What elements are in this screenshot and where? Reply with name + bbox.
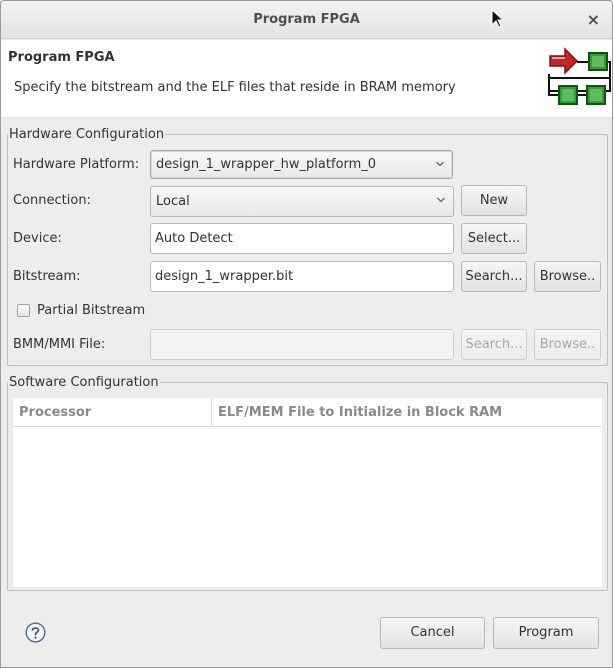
bmm-browse-button[interactable]: Browse.. xyxy=(534,329,601,360)
software-configuration-legend: Software Configuration xyxy=(9,375,159,390)
hardware-configuration-legend: Hardware Configuration xyxy=(9,127,165,142)
partial-bitstream-checkbox[interactable] xyxy=(17,304,30,317)
bmm-search-button[interactable]: Search... xyxy=(461,329,527,360)
chevron-down-icon xyxy=(436,161,444,167)
select-device-button[interactable]: Select... xyxy=(461,223,527,254)
bitstream-field[interactable]: design_1_wrapper.bit xyxy=(150,261,454,292)
column-header-elf-file[interactable]: ELF/MEM File to Initialize in Block RAM xyxy=(212,398,602,427)
program-fpga-dialog: Program FPGA × Program FPGA Specify the … xyxy=(0,0,613,668)
device-field[interactable]: Auto Detect xyxy=(150,223,454,254)
new-connection-button[interactable]: New xyxy=(461,185,527,216)
connection-value: Local xyxy=(156,194,190,209)
connection-select[interactable]: Local xyxy=(150,186,454,217)
header-description: Specify the bitstream and the ELF files … xyxy=(14,80,456,95)
hardware-platform-select[interactable]: design_1_wrapper_hw_platform_0 xyxy=(150,150,453,179)
bitstream-browse-button[interactable]: Browse.. xyxy=(534,261,601,292)
program-button[interactable]: Program xyxy=(493,617,599,649)
bmm-file-field[interactable] xyxy=(150,329,454,360)
partial-bitstream-label: Partial Bitstream xyxy=(37,303,146,318)
mouse-cursor-icon xyxy=(491,9,505,28)
dialog-header: Program FPGA Specify the bitstream and t… xyxy=(1,40,612,118)
device-label: Device: xyxy=(13,231,62,246)
hardware-platform-value: design_1_wrapper_hw_platform_0 xyxy=(156,157,377,172)
processor-elf-table[interactable]: Processor ELF/MEM File to Initialize in … xyxy=(13,398,602,587)
connection-label: Connection: xyxy=(13,193,91,208)
fpga-program-icon xyxy=(548,47,611,105)
title-bar: Program FPGA × xyxy=(1,1,612,39)
header-title: Program FPGA xyxy=(8,50,115,65)
table-header: Processor ELF/MEM File to Initialize in … xyxy=(13,398,602,427)
bmm-file-label: BMM/MMI File: xyxy=(13,337,106,352)
bitstream-search-button[interactable]: Search... xyxy=(461,261,527,292)
chevron-down-icon xyxy=(437,197,445,203)
hardware-platform-label: Hardware Platform: xyxy=(13,157,140,172)
help-icon[interactable] xyxy=(25,622,46,643)
cancel-button[interactable]: Cancel xyxy=(380,617,485,649)
close-icon[interactable]: × xyxy=(587,10,600,29)
column-header-processor[interactable]: Processor xyxy=(13,398,212,427)
bitstream-label: Bitstream: xyxy=(13,269,81,284)
window-title: Program FPGA xyxy=(253,12,360,27)
